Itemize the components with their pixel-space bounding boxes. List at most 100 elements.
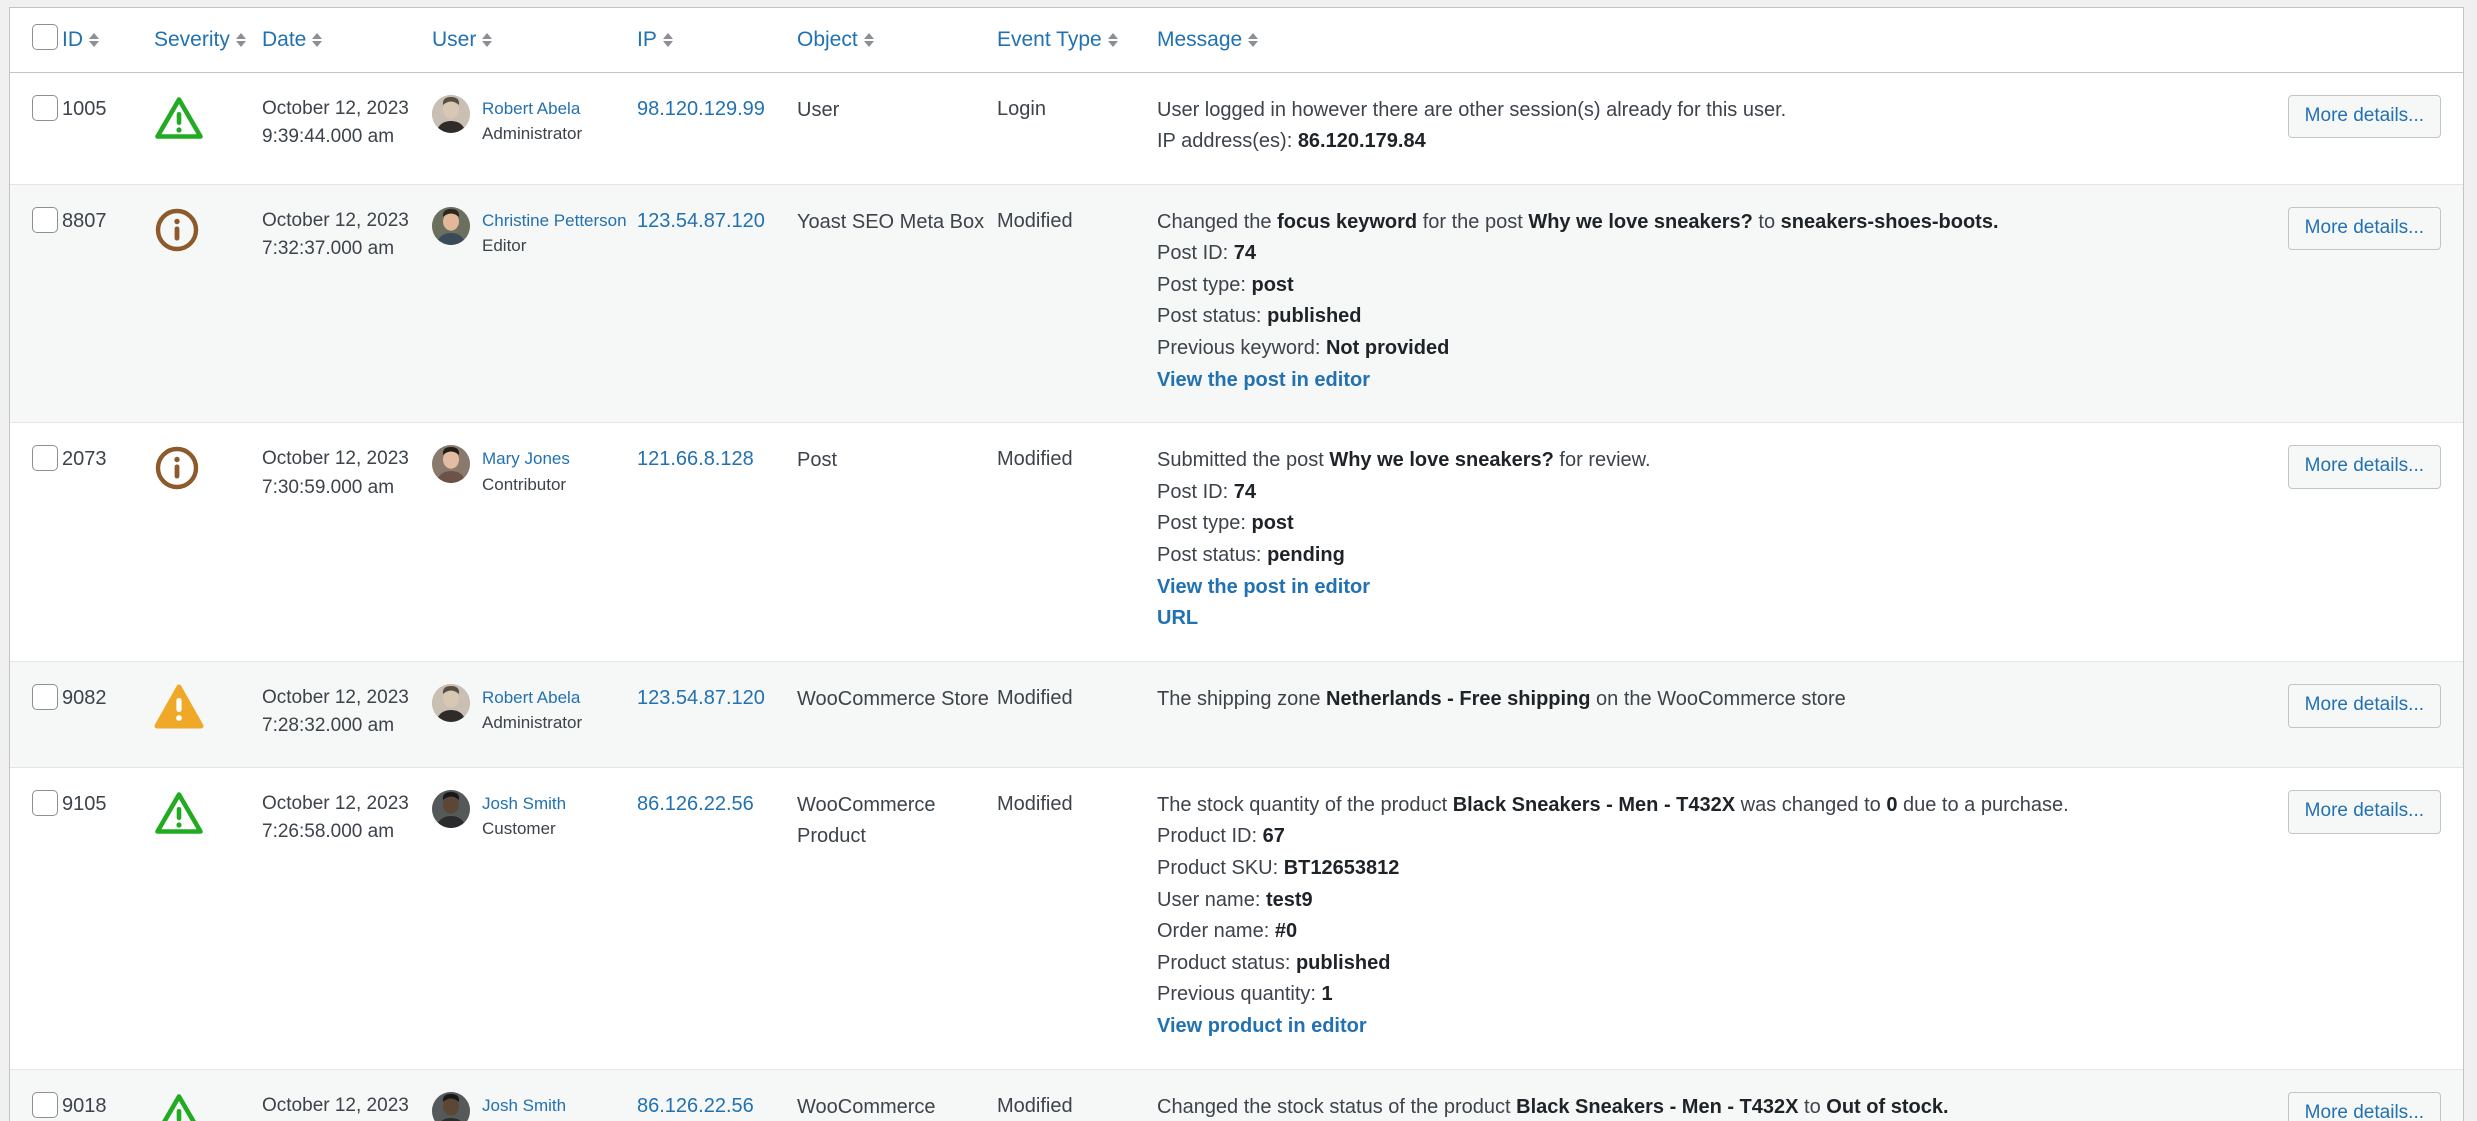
event-type-label: Modified: [997, 1094, 1073, 1117]
column-header-severity[interactable]: Severity: [154, 8, 262, 73]
event-type-label: Modified: [997, 686, 1073, 709]
row-checkbox[interactable]: [32, 445, 58, 472]
more-details-button[interactable]: More details...: [2287, 206, 2441, 251]
row-ip-cell: 86.126.22.56: [637, 1069, 797, 1121]
row-actions-cell: More details...: [2273, 184, 2463, 424]
row-user-cell: Robert Abela Administrator: [432, 661, 637, 768]
ip-address-link[interactable]: 98.120.129.99: [637, 98, 765, 120]
message-link[interactable]: View the post in editor: [1157, 572, 2245, 604]
sort-arrows-icon[interactable]: [1248, 32, 1259, 48]
column-header-ip[interactable]: IP: [637, 8, 797, 73]
sort-arrows-icon[interactable]: [482, 32, 493, 48]
object-label: WooCommerce Product: [797, 793, 936, 847]
user-role: Administrator: [482, 124, 583, 143]
activity-log-page: ID Severity Date User IP Object Event Ty…: [0, 0, 2477, 1121]
row-object-cell: WooCommerce Store: [797, 661, 997, 768]
user-name-link[interactable]: Josh Smith: [482, 791, 566, 817]
user-name-link[interactable]: Christine Petterson: [482, 208, 627, 234]
column-header-id-label: ID: [62, 27, 83, 51]
avatar: [432, 789, 470, 828]
ip-address-link[interactable]: 123.54.87.120: [637, 210, 765, 232]
sort-arrows-icon[interactable]: [235, 32, 246, 48]
sort-arrows-icon[interactable]: [312, 32, 323, 48]
row-event-type-cell: Modified: [997, 184, 1157, 424]
row-ip-cell: 98.120.129.99: [637, 72, 797, 185]
row-checkbox[interactable]: [32, 94, 58, 121]
sort-arrows-icon[interactable]: [863, 32, 874, 48]
more-details-button[interactable]: More details...: [2287, 94, 2441, 139]
message-link[interactable]: View the post in editor: [1157, 365, 2245, 397]
avatar: [432, 445, 470, 484]
message-line: Previous quantity: 1: [1157, 983, 1333, 1006]
row-checkbox[interactable]: [32, 683, 58, 710]
column-header-date-label: Date: [262, 27, 307, 51]
column-header-object-label: Object: [797, 27, 858, 51]
column-header-severity-label: Severity: [154, 27, 230, 51]
column-header-user[interactable]: User: [432, 8, 637, 73]
user-name-link[interactable]: Robert Abela: [482, 685, 582, 711]
table-row: 9082 October 12, 2023 7:28:32.000 am Robert…: [10, 661, 2463, 768]
message-line: Product ID: 67: [1157, 825, 1285, 848]
row-checkbox[interactable]: [32, 206, 58, 233]
row-actions-cell: More details...: [2273, 1069, 2463, 1121]
select-all-checkbox[interactable]: [32, 23, 58, 50]
user-name-link[interactable]: Josh Smith: [482, 1093, 566, 1119]
ip-address-link[interactable]: 86.126.22.56: [637, 1095, 754, 1117]
row-user-cell: Josh SmithCustomer: [432, 767, 637, 1070]
column-header-date[interactable]: Date: [262, 8, 432, 73]
row-actions-cell: More details...: [2273, 422, 2463, 662]
row-event-type-cell: Modified: [997, 767, 1157, 1070]
table-row: 9105 October 12, 2023 7:26:58.000 am Josh S…: [10, 767, 2463, 1070]
message-line: Post ID: 74: [1157, 480, 1256, 503]
row-select-cell: [10, 1069, 62, 1121]
column-header-object[interactable]: Object: [797, 8, 997, 73]
message-line: User logged in however there are other s…: [1157, 98, 1787, 121]
event-time: 7:26:58.000 am: [262, 821, 395, 843]
warning-triangle-green-icon: [154, 1092, 204, 1121]
message-line: Post type: post: [1157, 512, 1294, 535]
sort-arrows-icon[interactable]: [89, 32, 99, 48]
row-message-cell: User logged in however there are other s…: [1157, 72, 2273, 185]
user-role: Editor: [482, 236, 527, 256]
more-details-button[interactable]: More details...: [2287, 1091, 2441, 1121]
avatar: [432, 1091, 470, 1121]
column-header-message[interactable]: Message: [1157, 8, 2273, 73]
row-date-cell: October 12, 2023 9:39:44.000 am: [262, 72, 432, 185]
row-checkbox[interactable]: [32, 1091, 58, 1118]
message-link[interactable]: URL: [1157, 603, 2245, 635]
ip-address-link[interactable]: 121.66.8.128: [637, 448, 754, 470]
column-header-event-type[interactable]: Event Type: [997, 8, 1157, 73]
sort-arrows-icon[interactable]: [1107, 32, 1118, 48]
column-header-id[interactable]: ID: [62, 8, 154, 73]
row-ip-cell: 123.54.87.120: [637, 184, 797, 424]
event-type-label: Login: [997, 97, 1046, 120]
row-select-cell: [10, 661, 62, 768]
table-body: 1005 October 12, 2023 9:39:44.000 am Robert…: [10, 72, 2463, 1121]
row-severity-cell: [154, 661, 262, 768]
object-label: WooCommerce Product: [797, 1095, 936, 1118]
more-details-button[interactable]: More details...: [2287, 683, 2441, 728]
more-details-button[interactable]: More details...: [2287, 789, 2441, 834]
user-name-link[interactable]: Mary Jones: [482, 446, 570, 472]
event-time: 7:32:37.000 am: [262, 238, 395, 260]
sort-arrows-icon[interactable]: [662, 32, 673, 48]
ip-address-link[interactable]: 86.126.22.56: [637, 793, 754, 815]
event-date: October 12, 2023: [262, 1094, 409, 1116]
message-line: Submitted the post Why we love sneakers?…: [1157, 449, 1651, 472]
row-severity-cell: [154, 1069, 262, 1121]
ip-address-link[interactable]: 123.54.87.120: [637, 687, 765, 709]
row-severity-cell: [154, 184, 262, 424]
event-type-label: Modified: [997, 792, 1073, 815]
message-link[interactable]: View product in editor: [1157, 1011, 2245, 1043]
user-name-link[interactable]: Robert Abela: [482, 96, 582, 122]
row-date-cell: October 12, 2023 7:30:59.000 am: [262, 422, 432, 662]
more-details-button[interactable]: More details...: [2287, 445, 2441, 490]
row-checkbox[interactable]: [32, 789, 58, 816]
row-user-cell: Mary Jones Contributor: [432, 422, 637, 662]
event-date: October 12, 2023: [262, 97, 409, 119]
header-row: ID Severity Date User IP Object Event Ty…: [10, 8, 2463, 73]
row-message-cell: Changed the stock status of the product …: [1157, 1069, 2273, 1121]
warning-triangle-amber-icon: [154, 684, 204, 730]
row-event-type-cell: Modified: [997, 1069, 1157, 1121]
avatar: [432, 683, 470, 722]
